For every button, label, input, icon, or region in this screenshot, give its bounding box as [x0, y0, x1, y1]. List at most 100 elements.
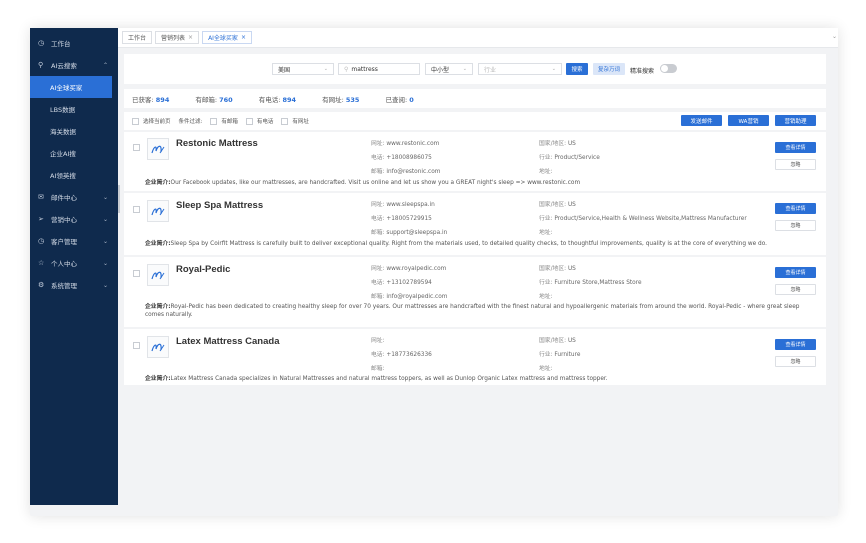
phone-field: 电话: +18005729915 — [371, 213, 432, 222]
company-size-select[interactable]: 中小型 ⌄ — [425, 63, 473, 75]
row-checkbox[interactable] — [133, 270, 140, 277]
search-icon: ⚲ — [344, 65, 349, 73]
sidebar-item-ai-search[interactable]: ⚲ AI云搜索 ⌃ — [30, 54, 118, 76]
phone-value: +18005729915 — [386, 216, 432, 222]
website-value[interactable]: www.sleepspa.in — [386, 202, 434, 208]
phone-label: 电话: — [371, 352, 385, 358]
sidebar-item-ai-linkedin-search[interactable]: AI领英搜 — [30, 164, 118, 186]
country-select[interactable]: 美国 ⌄ — [272, 63, 334, 75]
address-label: 地址: — [539, 294, 553, 300]
sidebar-item-label: 客户管理 — [51, 238, 77, 246]
sidebar-item-lbs-data[interactable]: LBS数据 — [30, 98, 118, 120]
view-details-button[interactable]: 查看详情 — [775, 142, 816, 153]
row-checkbox[interactable] — [133, 144, 140, 151]
address-field: 地址: — [539, 227, 553, 236]
checkbox[interactable] — [210, 117, 218, 125]
sidebar-item-customs-data[interactable]: 海关数据 — [30, 120, 118, 142]
address-field: 地址: — [539, 363, 553, 372]
search-button[interactable]: 搜索 — [566, 63, 588, 75]
chevron-down-icon: ⌄ — [102, 259, 108, 267]
industry-label: 行业: — [539, 216, 553, 222]
close-icon[interactable]: × — [188, 34, 193, 41]
email-label: 邮箱: — [371, 294, 385, 300]
filter-has-email[interactable]: 有邮箱 — [210, 117, 238, 125]
sidebar-item-personal-center[interactable]: ☆ 个人中心 ⌄ — [30, 252, 118, 274]
website-value[interactable]: www.restonic.com — [386, 141, 439, 147]
keyword-input[interactable]: ⚲ mattress — [338, 63, 420, 75]
filter-has-website[interactable]: 有网址 — [281, 117, 309, 125]
divider — [124, 191, 826, 193]
toggle-knob — [661, 65, 668, 72]
stats-bar: 已获客: 894 有邮箱: 760 有电话: 894 有网址: 535 已查阅:… — [124, 89, 826, 108]
website-label: 网址: — [371, 141, 385, 147]
sidebar-item-label: 系统管理 — [51, 282, 77, 290]
chevron-down-icon: ⌄ — [102, 215, 108, 223]
phone-label: 电话: — [371, 280, 385, 286]
precise-search-toggle[interactable] — [660, 64, 677, 73]
industry-field: 行业: Furniture — [539, 349, 580, 358]
sidebar-scrollbar[interactable] — [118, 185, 120, 213]
checkbox[interactable] — [132, 117, 139, 125]
country-label: 国家/地区: — [539, 338, 567, 344]
ignore-button[interactable]: 忽略 — [775, 356, 816, 367]
chevron-down-icon[interactable]: ⌄ — [832, 33, 837, 40]
sidebar-item-label: AI全球买家 — [50, 84, 83, 92]
filter-has-phone[interactable]: 有电话 — [245, 117, 273, 125]
stat-value: 894 — [155, 95, 170, 104]
country-field: 国家/地区: US — [539, 335, 576, 344]
email-value[interactable]: support@sleepspa.in — [386, 230, 447, 236]
marketing-assistant-button[interactable]: 营销助理 — [775, 115, 816, 126]
sidebar-item-label: 邮件中心 — [51, 194, 77, 202]
checkbox[interactable] — [281, 117, 289, 125]
website-field: 网址: — [371, 335, 385, 344]
wa-marketing-button[interactable]: WA营销 — [728, 115, 769, 126]
sidebar-item-mail-center[interactable]: ✉ 邮件中心 ⌄ — [30, 186, 118, 208]
company-name[interactable]: Sleep Spa Mattress — [176, 200, 263, 211]
industry-select[interactable]: 行业 ⌄ — [478, 63, 562, 75]
website-value[interactable]: www.royalpedic.com — [386, 266, 446, 272]
website-label: 网址: — [371, 202, 385, 208]
ignore-button[interactable]: 忽略 — [775, 159, 816, 170]
sidebar-item-label: 海关数据 — [50, 128, 76, 136]
results-list: Restonic Mattress 网址: www.restonic.com 电… — [124, 132, 826, 385]
close-icon[interactable]: × — [241, 34, 246, 41]
ignore-button[interactable]: 忽略 — [775, 220, 816, 231]
sidebar-item-ai-global-buyers[interactable]: AI全球买家 — [30, 76, 112, 98]
send-email-button[interactable]: 发送邮件 — [681, 115, 722, 126]
batch-words-button[interactable]: 复杂万词 — [593, 63, 625, 75]
intro-text: Sleep Spa by Coirfit Mattress is careful… — [170, 241, 767, 247]
sidebar-item-customer-management[interactable]: ◷ 客户管理 ⌄ — [30, 230, 118, 252]
sidebar-item-label: 个人中心 — [51, 260, 77, 268]
company-logo — [147, 200, 169, 222]
row-checkbox[interactable] — [133, 342, 140, 349]
company-intro: 企业简介:Sleep Spa by Coirfit Mattress is ca… — [145, 240, 805, 248]
row-checkbox[interactable] — [133, 206, 140, 213]
company-name[interactable]: Royal-Pedic — [176, 264, 230, 275]
sidebar-item-system-management[interactable]: ⚙ 系统管理 ⌄ — [30, 274, 118, 296]
star-icon: ☆ — [38, 259, 45, 267]
company-size-value: 中小型 — [431, 66, 450, 74]
tab-workbench[interactable]: 工作台 — [122, 31, 153, 44]
company-name[interactable]: Restonic Mattress — [176, 138, 258, 149]
view-details-button[interactable]: 查看详情 — [775, 203, 816, 214]
tab-marketing-list[interactable]: 营销列表 × — [155, 31, 200, 44]
intro-text: Latex Mattress Canada specializes in Nat… — [170, 376, 608, 382]
intro-label: 企业简介: — [145, 241, 171, 247]
email-value[interactable]: info@restonic.com — [386, 169, 440, 175]
tab-ai-global-buyers[interactable]: AI全球买家 × — [202, 31, 252, 44]
view-details-button[interactable]: 查看详情 — [775, 267, 816, 278]
select-page-checkbox[interactable]: 选择当前页 — [132, 117, 171, 125]
divider — [124, 327, 826, 329]
industry-placeholder: 行业 — [484, 66, 497, 74]
sidebar-item-marketing-center[interactable]: ➢ 营销中心 ⌄ — [30, 208, 118, 230]
sidebar-item-enterprise-ai-search[interactable]: 企业AI搜 — [30, 142, 118, 164]
stat-label: 有网址: — [322, 95, 344, 104]
company-intro: 企业简介:Latex Mattress Canada specializes i… — [145, 375, 805, 383]
checkbox[interactable] — [245, 117, 253, 125]
ignore-button[interactable]: 忽略 — [775, 284, 816, 295]
phone-value: +13102789594 — [386, 280, 432, 286]
sidebar-item-workbench[interactable]: ◷ 工作台 — [30, 32, 118, 54]
view-details-button[interactable]: 查看详情 — [775, 339, 816, 350]
email-value[interactable]: info@royalpedic.com — [386, 294, 447, 300]
company-name[interactable]: Latex Mattress Canada — [176, 336, 279, 347]
